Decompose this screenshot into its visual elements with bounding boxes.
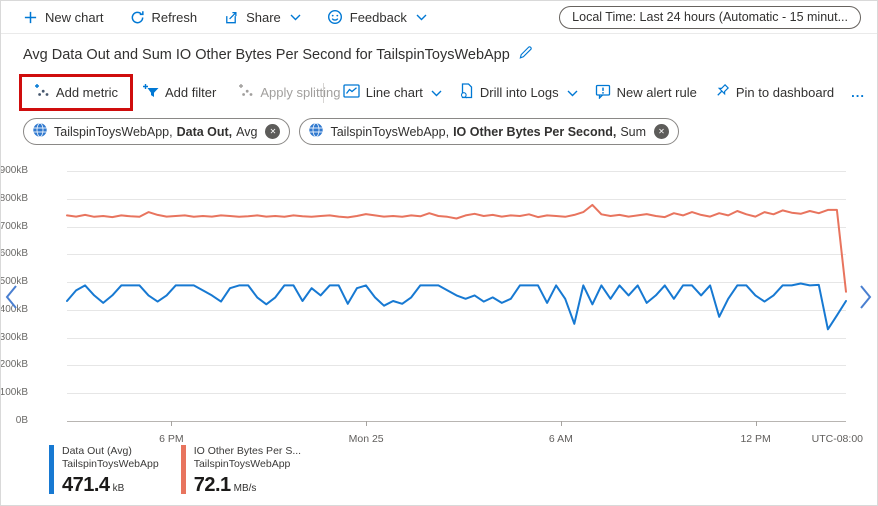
- metric-pill-io-other-bytes[interactable]: TailspinToysWebApp, IO Other Bytes Per Se…: [299, 118, 679, 145]
- filter-icon: [143, 83, 159, 102]
- drill-into-logs-dropdown[interactable]: Drill into Logs: [459, 83, 578, 102]
- y-axis-tick-label: 600kB: [0, 248, 28, 259]
- legend-latest-value: 471.4: [62, 474, 110, 496]
- new-alert-rule-label: New alert rule: [617, 85, 697, 100]
- chart-command-bar: Add metric Add filter Apply splitting: [1, 74, 877, 111]
- y-axis-tick-label: 200kB: [0, 359, 28, 370]
- chart-series-svg: [67, 171, 846, 421]
- add-metric-label: Add metric: [56, 85, 118, 100]
- pill-metric: IO Other Bytes Per Second,: [453, 125, 616, 139]
- ellipsis-icon: ...: [851, 85, 865, 100]
- legend-item-io-other-bytes[interactable]: IO Other Bytes Per S... TailspinToysWebA…: [181, 445, 301, 498]
- legend-color-bar: [181, 445, 186, 494]
- remove-metric-icon[interactable]: ✕: [265, 124, 280, 139]
- apply-splitting-icon: [238, 83, 254, 102]
- line-chart-icon: [343, 84, 360, 102]
- top-toolbar: New chart Refresh Share Feedback: [1, 1, 877, 34]
- share-button[interactable]: Share: [223, 10, 301, 25]
- chart-type-dropdown[interactable]: Line chart: [343, 84, 442, 102]
- legend-unit: MB/s: [234, 483, 257, 494]
- time-range-picker[interactable]: Local Time: Last 24 hours (Automatic - 1…: [559, 6, 861, 29]
- gridline: [67, 421, 846, 422]
- pin-to-dashboard-button[interactable]: Pin to dashboard: [714, 83, 834, 102]
- new-alert-rule-button[interactable]: New alert rule: [595, 84, 697, 102]
- x-axis-tick-label: 6 PM: [159, 433, 184, 445]
- y-axis-tick-label: 800kB: [0, 193, 28, 204]
- x-axis-tick: [366, 421, 367, 426]
- toolbar-separator: [323, 83, 324, 103]
- pill-resource: TailspinToysWebApp,: [54, 125, 173, 139]
- remove-metric-icon[interactable]: ✕: [654, 124, 669, 139]
- y-axis-tick-label: 700kB: [0, 221, 28, 232]
- series-line-0: [67, 284, 846, 330]
- metric-pills: TailspinToysWebApp, Data Out,Avg ✕ Tailsp…: [23, 118, 679, 145]
- feedback-button[interactable]: Feedback: [327, 9, 427, 25]
- x-axis-tick-label: 12 PM: [740, 433, 770, 445]
- pill-aggregation: Sum: [620, 125, 646, 139]
- add-metric-button[interactable]: Add metric: [34, 83, 118, 102]
- legend-item-data-out[interactable]: Data Out (Avg) TailspinToysWebApp 471.4k…: [49, 445, 159, 498]
- plus-icon: [23, 10, 38, 25]
- webapp-globe-icon: [32, 122, 48, 141]
- feedback-label: Feedback: [350, 10, 407, 25]
- logs-document-icon: [459, 83, 474, 102]
- chart-type-label: Line chart: [366, 85, 423, 100]
- drill-into-logs-label: Drill into Logs: [480, 85, 559, 100]
- legend-resource-name: TailspinToysWebApp: [194, 458, 301, 471]
- alert-icon: [595, 84, 611, 102]
- share-label: Share: [246, 10, 281, 25]
- legend-resource-name: TailspinToysWebApp: [62, 458, 159, 471]
- y-axis-tick-label: 0B: [0, 415, 28, 426]
- legend-latest-value: 72.1: [194, 474, 231, 496]
- more-commands-button[interactable]: ...: [851, 85, 865, 100]
- new-chart-button[interactable]: New chart: [23, 10, 104, 25]
- legend-color-bar: [49, 445, 54, 494]
- refresh-icon: [130, 10, 145, 25]
- chevron-down-icon: [416, 14, 427, 21]
- legend-unit: kB: [113, 483, 125, 494]
- pill-aggregation: Avg: [236, 125, 257, 139]
- scroll-left-chevron-icon[interactable]: [5, 284, 18, 315]
- pill-resource: TailspinToysWebApp,: [330, 125, 449, 139]
- x-axis-tick-label: Mon 25: [349, 433, 384, 445]
- metrics-chart: 900kB800kB700kB600kB500kB400kB300kB200kB…: [1, 161, 878, 451]
- timezone-label: UTC-08:00: [812, 433, 863, 445]
- chevron-down-icon: [290, 14, 301, 21]
- new-chart-label: New chart: [45, 10, 104, 25]
- pin-to-dashboard-label: Pin to dashboard: [736, 85, 834, 100]
- y-axis-tick-label: 300kB: [0, 332, 28, 343]
- edit-pencil-icon[interactable]: [518, 45, 533, 64]
- add-filter-button[interactable]: Add filter: [143, 83, 216, 102]
- refresh-label: Refresh: [152, 10, 198, 25]
- legend-series-name: Data Out (Avg): [62, 445, 159, 458]
- chart-legend: Data Out (Avg) TailspinToysWebApp 471.4k…: [49, 445, 301, 498]
- chevron-down-icon: [567, 85, 578, 100]
- webapp-globe-icon: [308, 122, 324, 141]
- pin-icon: [714, 83, 730, 102]
- x-axis-tick: [756, 421, 757, 426]
- add-filter-label: Add filter: [165, 85, 216, 100]
- pill-metric: Data Out,: [177, 125, 233, 139]
- add-metric-icon: [34, 83, 50, 102]
- refresh-button[interactable]: Refresh: [130, 10, 198, 25]
- metric-pill-data-out[interactable]: TailspinToysWebApp, Data Out,Avg ✕: [23, 118, 290, 145]
- smiley-icon: [327, 9, 343, 25]
- y-axis-tick-label: 100kB: [0, 387, 28, 398]
- x-axis-tick-label: 6 AM: [549, 433, 573, 445]
- metrics-explorer: New chart Refresh Share Feedback: [0, 0, 878, 506]
- x-axis-tick: [561, 421, 562, 426]
- y-axis-tick-label: 900kB: [0, 165, 28, 176]
- chevron-down-icon: [431, 85, 442, 100]
- highlight-box: Add metric: [19, 74, 133, 111]
- x-axis-tick: [171, 421, 172, 426]
- chart-title: Avg Data Out and Sum IO Other Bytes Per …: [23, 47, 510, 63]
- scroll-right-chevron-icon[interactable]: [859, 284, 872, 315]
- series-line-1: [67, 205, 846, 292]
- legend-series-name: IO Other Bytes Per S...: [194, 445, 301, 458]
- chart-plot-area: 900kB800kB700kB600kB500kB400kB300kB200kB…: [67, 171, 846, 421]
- share-icon: [223, 10, 239, 25]
